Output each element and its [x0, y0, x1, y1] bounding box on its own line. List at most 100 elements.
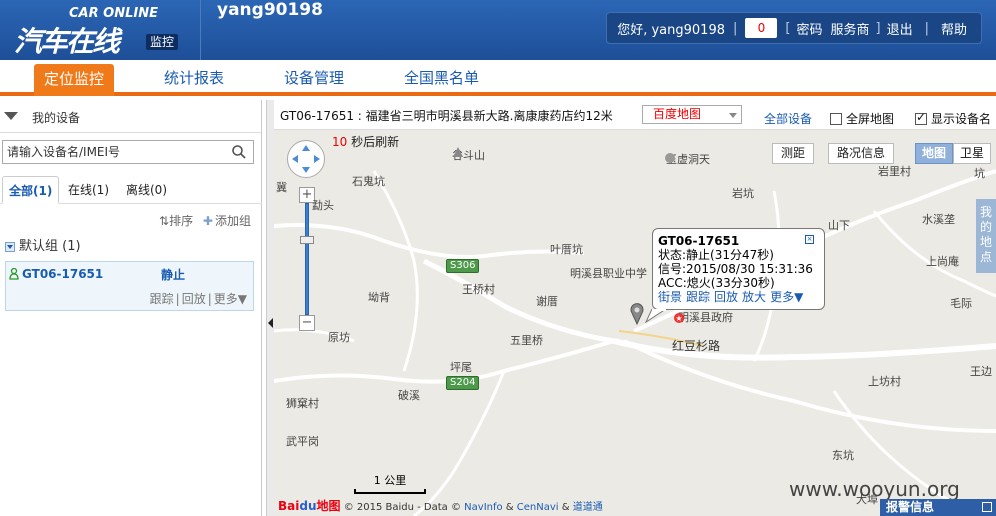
pan-control[interactable]: [287, 140, 325, 178]
group-tools: ⇅排序 ✚ 添加组: [153, 212, 251, 229]
scale-bar: [354, 489, 426, 494]
map-label: 五里桥: [510, 334, 543, 347]
chevron-left-icon[interactable]: [268, 318, 273, 328]
highway-sign: S204: [446, 376, 480, 390]
show-name-checkbox[interactable]: 显示设备名: [915, 110, 991, 127]
fullscreen-checkbox[interactable]: 全屏地图: [830, 110, 894, 127]
popup-acc: ACC:熄火(33分30秒): [658, 276, 775, 290]
mountain-icon: [453, 147, 463, 157]
device-address: GT06-17651 : 福建省三明市明溪县新大路.离康康药店约12米: [280, 109, 613, 123]
map-mode-button[interactable]: 地图: [915, 143, 954, 164]
checkbox-icon[interactable]: [830, 113, 842, 125]
popup-status: 状态:静止(31分47秒): [658, 248, 774, 262]
map-canvas[interactable]: 10 秒后刷新 + − 测距 路况信息 地图 卫星 谷斗山 玉虚洞天 石鬼坑 岩…: [274, 131, 996, 516]
pan-arrows-icon[interactable]: [287, 140, 325, 178]
satellite-mode-button[interactable]: 卫星: [953, 143, 992, 164]
map-label: 东坑: [832, 449, 854, 462]
nav-tab-location-monitor[interactable]: 定位监控: [34, 64, 115, 96]
account-name: yang90198: [200, 0, 323, 60]
map-type-select[interactable]: 百度地图: [642, 105, 742, 124]
alert-count-badge[interactable]: 0: [745, 18, 778, 38]
logout-link[interactable]: 退出: [887, 19, 913, 38]
map-label: 王桥村: [462, 283, 495, 296]
maximize-icon[interactable]: [982, 502, 992, 512]
add-group-button[interactable]: ✚ 添加组: [203, 214, 251, 228]
baidu-logo: Baidu地图: [278, 499, 341, 513]
zoom-slider-knob[interactable]: [300, 236, 314, 244]
map-label: 明溪县政府: [678, 311, 733, 324]
map-label: 水溪垄: [922, 213, 955, 226]
device-item[interactable]: GT06-17651 静止 跟踪 | 回放 | 更多▼: [5, 261, 254, 311]
app-header: CAR ONLINE 汽车在线 监控 yang90198 您好, yang901…: [0, 0, 996, 60]
sidebar-title: 我的设备: [32, 111, 81, 125]
group-header-default[interactable]: 默认组 (1): [5, 235, 81, 254]
popup-signal: 信号:2015/08/30 15:31:36: [658, 262, 813, 276]
refresh-text: 秒后刷新: [351, 135, 400, 149]
daodaotong-link[interactable]: 道道通: [573, 502, 603, 513]
sidebar-header[interactable]: 我的设备: [0, 100, 261, 133]
vehicle-marker-icon[interactable]: [629, 303, 645, 325]
help-link[interactable]: 帮助: [941, 19, 967, 38]
more-link[interactable]: 更多▼: [214, 292, 247, 306]
my-places-tab[interactable]: 我的地点: [976, 199, 996, 273]
sort-button[interactable]: ⇅排序: [159, 214, 193, 228]
map-label: 王边: [970, 365, 992, 378]
fullscreen-label: 全屏地图: [846, 112, 895, 126]
nav-tab-reports[interactable]: 统计报表: [154, 64, 234, 92]
map-label: 狮窠村: [286, 397, 319, 410]
cennavi-link[interactable]: CenNavi: [517, 502, 559, 513]
measure-button[interactable]: 测距: [772, 143, 815, 164]
map-copyright: Baidu地图 © 2015 Baidu - Data © NavInfo & …: [278, 499, 603, 513]
map-label: 破溪: [398, 389, 420, 402]
password-link[interactable]: 密码: [796, 19, 822, 38]
user-toolbar: 您好, yang90198 | 0 [ 密码 服务商 ] 退出 | 帮助: [606, 12, 982, 44]
logo-cn: 汽车在线: [14, 25, 120, 58]
svg-text:★: ★: [675, 314, 682, 323]
popup-track-link[interactable]: 跟踪: [686, 290, 710, 304]
map-toolbar: GT06-17651 : 福建省三明市明溪县新大路.离康康药店约12米 百度地图…: [274, 100, 996, 130]
map-label: 武平岗: [286, 435, 319, 448]
popup-more-link[interactable]: 更多▼: [770, 290, 803, 304]
track-link[interactable]: 跟踪: [150, 292, 174, 306]
street-view-link[interactable]: 街景: [658, 290, 682, 304]
map-label: 上坊村: [868, 375, 901, 388]
collapse-triangle-icon[interactable]: [4, 112, 18, 120]
group-expand-icon[interactable]: [5, 241, 15, 252]
nav-tab-device-management[interactable]: 设备管理: [274, 64, 354, 92]
tab-online[interactable]: 在线(1): [62, 176, 115, 204]
plus-icon: ✚: [202, 214, 213, 228]
map-label: 上尚庵: [926, 255, 959, 268]
popup-playback-link[interactable]: 回放: [714, 290, 738, 304]
watermark: www.wooyun.org: [789, 477, 960, 501]
alarm-info-bar[interactable]: 报警信息: [880, 499, 996, 516]
search-icon[interactable]: [231, 144, 247, 160]
tab-all[interactable]: 全部(1): [2, 176, 60, 204]
tab-offline[interactable]: 离线(0): [120, 176, 173, 204]
road-label: 红豆杉路: [672, 339, 721, 353]
all-devices-link[interactable]: 全部设备: [764, 110, 812, 127]
close-icon[interactable]: ×: [805, 235, 814, 244]
map-label: 石鬼坑: [352, 175, 385, 188]
zoom-track[interactable]: [305, 203, 309, 315]
checkbox-checked-icon[interactable]: [915, 110, 927, 125]
device-name[interactable]: GT06-17651: [22, 267, 103, 281]
logo-tag: 监控: [146, 34, 179, 50]
poi-icon: [665, 153, 675, 163]
zoom-out-button[interactable]: −: [299, 315, 315, 331]
popup-title: GT06-17651: [658, 234, 740, 248]
sidebar-collapse-handle[interactable]: [266, 100, 274, 516]
zoom-link[interactable]: 放大: [742, 290, 766, 304]
map-label: 坪尾: [450, 361, 472, 374]
traffic-button[interactable]: 路况信息: [828, 143, 895, 164]
map-label: 勐头: [312, 199, 334, 212]
popup-pointer: [644, 309, 667, 323]
device-status: 静止: [161, 268, 186, 282]
device-search-input[interactable]: [3, 141, 223, 163]
copyright-text: © 2015 Baidu - Data ©: [343, 502, 461, 513]
dealer-link[interactable]: 服务商: [830, 19, 869, 38]
person-icon: [9, 268, 19, 280]
playback-link[interactable]: 回放: [182, 292, 206, 306]
nav-tab-blacklist[interactable]: 全国黑名单: [394, 64, 489, 92]
device-filter-tabs: 全部(1) 在线(1) 离线(0): [0, 174, 262, 204]
navinfo-link[interactable]: NavInfo: [464, 502, 502, 513]
